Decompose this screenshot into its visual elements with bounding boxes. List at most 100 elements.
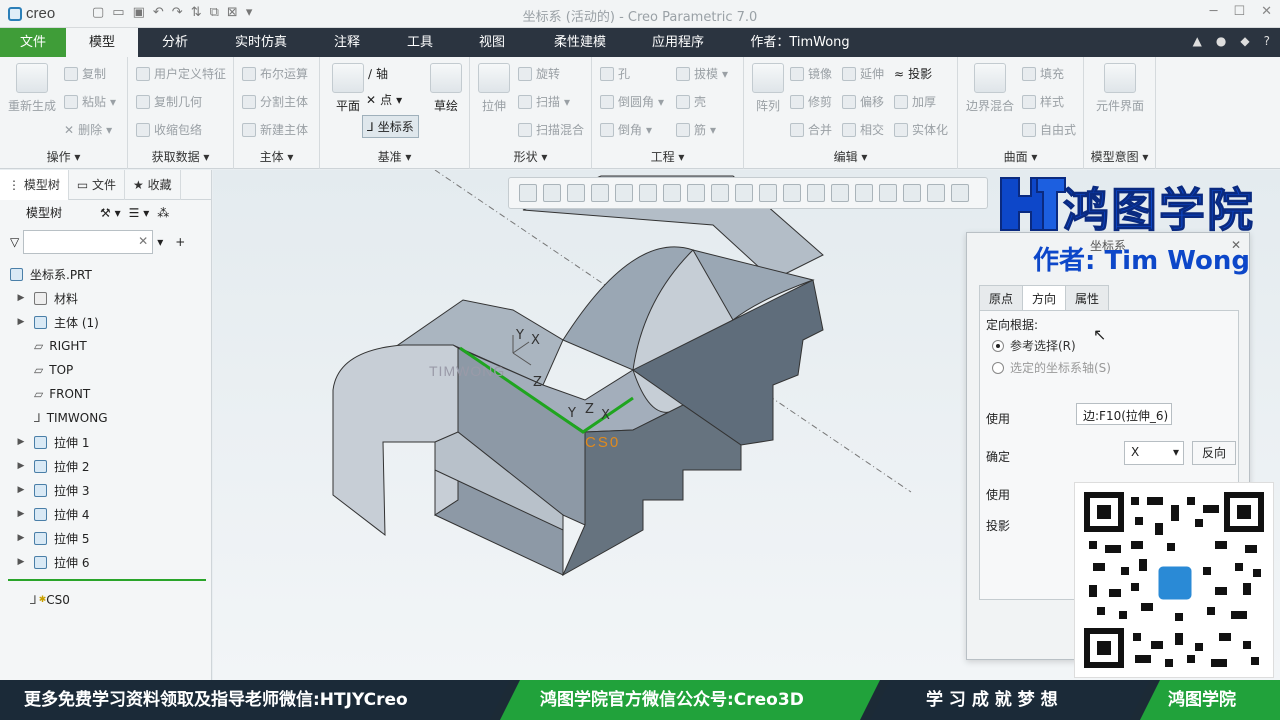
help-center-icon[interactable]: ◆: [1240, 34, 1249, 48]
group-label-operations[interactable]: 操作 ▾: [0, 148, 127, 165]
tab-tools[interactable]: 工具: [388, 28, 452, 57]
style-button[interactable]: 样式: [1022, 93, 1064, 110]
group-label-surfaces[interactable]: 曲面 ▾: [958, 148, 1083, 165]
tree-node-front[interactable]: ▱ FRONT: [0, 382, 212, 406]
tree-node-extrude-6[interactable]: ▶ 拉伸 6: [0, 550, 212, 574]
tab-view[interactable]: 视图: [460, 28, 524, 57]
tree-node-body[interactable]: ▶ 主体 (1): [0, 310, 212, 334]
thicken-button[interactable]: 加厚: [894, 93, 936, 110]
search-dropdown-icon[interactable]: ▾: [157, 235, 163, 249]
draft-button[interactable]: 拔模 ▾: [676, 65, 728, 82]
paste-button[interactable]: 粘贴 ▾: [64, 93, 116, 110]
group-label-model-intent[interactable]: 模型意图 ▾: [1084, 148, 1155, 165]
expand-icon[interactable]: ▶: [14, 317, 28, 327]
help-icon[interactable]: ?: [1264, 34, 1270, 48]
hole-button[interactable]: 孔: [600, 65, 630, 82]
tree-node-cs0[interactable]: ⅃ ✱ CS0: [30, 588, 70, 612]
tree-node-part[interactable]: 坐标系.PRT: [0, 262, 212, 286]
tree-node-extrude-4[interactable]: ▶ 拉伸 4: [0, 502, 212, 526]
regenerate-button[interactable]: 重新生成: [6, 63, 58, 114]
intersect-button[interactable]: 相交: [842, 121, 884, 138]
appearance-icon[interactable]: [735, 184, 753, 202]
group-label-editing[interactable]: 编辑 ▾: [744, 148, 957, 165]
model-tree-filter-icon[interactable]: [855, 184, 873, 202]
tab-flexible-modeling[interactable]: 柔性建模: [540, 28, 620, 57]
expand-icon[interactable]: ▶: [14, 557, 28, 567]
filter-icon[interactable]: ▽: [10, 235, 19, 249]
clear-search-icon[interactable]: ✕: [138, 234, 148, 248]
split-body-button[interactable]: 分割主体: [242, 93, 308, 110]
perspective-icon[interactable]: [615, 184, 633, 202]
tab-model-tree[interactable]: ⋮ 模型树: [0, 170, 69, 200]
pause-icon[interactable]: [927, 184, 945, 202]
extend-button[interactable]: 延伸: [842, 65, 884, 82]
pattern-button[interactable]: 阵列: [748, 63, 788, 114]
new-body-button[interactable]: 新建主体: [242, 121, 308, 138]
flip-button[interactable]: 反向: [1192, 441, 1236, 465]
revolve-button[interactable]: 旋转: [518, 65, 560, 82]
expand-icon[interactable]: ▶: [14, 461, 28, 471]
boolean-button[interactable]: 布尔运算: [242, 65, 308, 82]
axis-button[interactable]: ∕ 轴: [368, 65, 388, 82]
tab-favorites[interactable]: ★ 收藏: [125, 170, 181, 200]
expand-icon[interactable]: ▶: [14, 485, 28, 495]
annotation-display-icon[interactable]: [783, 184, 801, 202]
group-label-datum[interactable]: 基准 ▾: [320, 148, 469, 165]
display-style-icon[interactable]: [639, 184, 657, 202]
zoom-in-icon[interactable]: [543, 184, 561, 202]
component-interface-button[interactable]: 元件界面: [1088, 63, 1152, 114]
group-label-body[interactable]: 主体 ▾: [234, 148, 319, 165]
expand-icon[interactable]: ▶: [14, 437, 28, 447]
sketch-button[interactable]: 草绘: [426, 63, 466, 114]
tree-node-right[interactable]: ▱ RIGHT: [0, 334, 212, 358]
tab-live-simulation[interactable]: 实时仿真: [222, 28, 300, 57]
simulation-icon[interactable]: [903, 184, 921, 202]
round-button[interactable]: 倒圆角 ▾: [600, 93, 664, 110]
tab-model[interactable]: 模型: [66, 28, 138, 57]
expand-icon[interactable]: ▶: [14, 533, 28, 543]
tree-node-top[interactable]: ▱ TOP: [0, 358, 212, 382]
repaint-icon[interactable]: [591, 184, 609, 202]
tab-properties[interactable]: 属性: [1065, 285, 1110, 311]
tree-settings-icon[interactable]: ⚒ ▾: [100, 206, 121, 220]
tree-node-extrude-2[interactable]: ▶ 拉伸 2: [0, 454, 212, 478]
delete-button[interactable]: ✕ 删除 ▾: [64, 121, 112, 138]
group-label-engineering[interactable]: 工程 ▾: [592, 148, 743, 165]
tree-node-extrude-3[interactable]: ▶ 拉伸 3: [0, 478, 212, 502]
search-input[interactable]: ✕: [23, 230, 154, 254]
chamfer-button[interactable]: 倒角 ▾: [600, 121, 652, 138]
refit-icon[interactable]: [519, 184, 537, 202]
shrinkwrap-button[interactable]: 收缩包络: [136, 121, 202, 138]
tree-node-extrude-1[interactable]: ▶ 拉伸 1: [0, 430, 212, 454]
solidify-button[interactable]: 实体化: [894, 121, 948, 138]
csys-display-icon[interactable]: [831, 184, 849, 202]
saved-orientations-icon[interactable]: [663, 184, 681, 202]
copy-geometry-button[interactable]: 复制几何: [136, 93, 202, 110]
copy-button[interactable]: 复制: [64, 65, 106, 82]
boundary-blend-button[interactable]: 边界混合: [962, 63, 1018, 114]
tree-columns-icon[interactable]: ☰ ▾: [129, 206, 150, 220]
tab-folder-browser[interactable]: ▭ 文件: [69, 170, 126, 200]
section-icon[interactable]: [711, 184, 729, 202]
csys-button[interactable]: ⅃ 坐标系: [362, 115, 419, 138]
expand-icon[interactable]: ▶: [14, 293, 28, 303]
merge-button[interactable]: 合并: [790, 121, 832, 138]
tab-origin[interactable]: 原点: [979, 285, 1024, 311]
tree-node-extrude-5[interactable]: ▶ 拉伸 5: [0, 526, 212, 550]
add-filter-icon[interactable]: +: [175, 235, 185, 249]
mirror-button[interactable]: 镜像: [790, 65, 832, 82]
tab-file[interactable]: 文件: [0, 28, 66, 57]
radio-reference-selection[interactable]: 参考选择(R): [992, 337, 1076, 354]
sketcher-display-icon[interactable]: [879, 184, 897, 202]
radio-selected-csys-axes[interactable]: 选定的坐标系轴(S): [992, 359, 1111, 376]
tab-applications[interactable]: 应用程序: [638, 28, 718, 57]
offset-button[interactable]: 偏移: [842, 93, 884, 110]
tree-node-timwong[interactable]: ⅃ TIMWONG: [0, 406, 212, 430]
tree-filter-options-icon[interactable]: ⁂: [157, 206, 169, 220]
rib-button[interactable]: 筋 ▾: [676, 121, 716, 138]
close-icon[interactable]: ✕: [1261, 4, 1272, 19]
extrude-button[interactable]: 拉伸: [474, 63, 514, 114]
plane-button[interactable]: 平面: [326, 63, 370, 114]
tab-orientation[interactable]: 方向: [1022, 285, 1067, 311]
fill-button[interactable]: 填充: [1022, 65, 1064, 82]
